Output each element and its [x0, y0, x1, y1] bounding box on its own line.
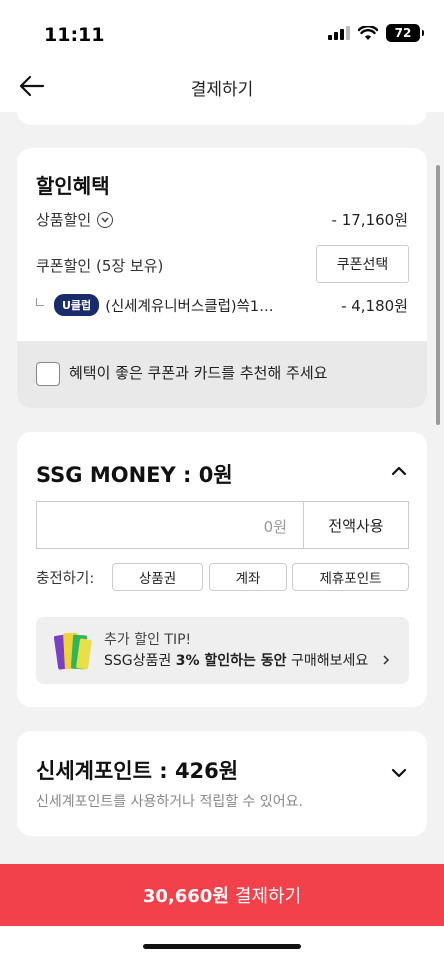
battery-icon: 72 [386, 24, 424, 42]
tip-message: SSG상품권 3% 할인하는 동안 구매해보세요 [104, 650, 368, 670]
uclub-badge: U클럽 [54, 294, 100, 316]
shinsegae-point-subtitle: 신세계포인트를 사용하거나 적립할 수 있어요. [36, 794, 303, 810]
pay-label: 결제하기 [234, 886, 302, 907]
applied-coupon: U클럽 (신세계유니버스클럽)쓱1… [36, 294, 274, 316]
product-discount-value: - 17,160원 [331, 211, 408, 229]
sub-item-corner-icon [36, 298, 44, 306]
discount-title: 할인혜택 [36, 174, 110, 198]
chevron-down-icon[interactable] [390, 764, 408, 782]
tip-title: 추가 할인 TIP! [104, 632, 192, 648]
ssg-money-input[interactable]: 0원 [36, 501, 303, 549]
coupon-value: - 4,180원 [341, 297, 408, 315]
chevron-down-circle-icon[interactable] [97, 211, 114, 228]
status-icons: 72 [328, 24, 424, 42]
tip-prefix: SSG상품권 [104, 653, 176, 669]
previous-section-card [17, 100, 427, 125]
home-indicator [143, 944, 301, 949]
charge-partner-point-button[interactable]: 제휴포인트 [292, 563, 409, 591]
shinsegae-point-card[interactable]: 신세계포인트 : 426원 신세계포인트를 사용하거나 적립할 수 있어요. [17, 731, 427, 836]
use-all-button[interactable]: 전액사용 [303, 501, 409, 549]
signal-icon [328, 26, 350, 40]
discount-tip-banner[interactable]: 추가 할인 TIP! SSG상품권 3% 할인하는 동안 구매해보세요 [36, 617, 409, 684]
ssg-money-title: SSG MONEY : 0원 [36, 463, 233, 487]
ssg-money-card: SSG MONEY : 0원 0원 전액사용 충전하기: 상품권 계좌 제휴포인… [17, 432, 427, 707]
coupon-discount-label: 쿠폰할인 (5장 보유) [36, 257, 164, 275]
recommend-text: 혜택이 좋은 쿠폰과 카드를 추천해 주세요 [69, 364, 328, 382]
recommend-checkbox[interactable] [36, 362, 60, 386]
gift-card-icon [54, 632, 92, 670]
scrollbar[interactable] [436, 165, 440, 425]
charge-giftcard-button[interactable]: 상품권 [112, 563, 203, 591]
home-indicator-area [0, 926, 444, 961]
discount-card: 할인혜택 상품할인 - 17,160원 쿠폰할인 (5장 보유) 쿠폰선택 U클… [17, 148, 427, 408]
chevron-up-icon[interactable] [390, 462, 408, 480]
status-bar: 11:11 72 [0, 0, 444, 60]
chevron-right-icon [383, 655, 390, 665]
status-time: 11:11 [44, 24, 105, 46]
pay-amount: 30,660원 [142, 886, 229, 907]
tip-highlight: 3% 할인하는 동안 [175, 653, 287, 669]
wifi-icon [358, 25, 378, 40]
coupon-name: (신세계유니버스클럽)쓱1… [105, 298, 274, 315]
shinsegae-point-title: 신세계포인트 : 426원 [36, 759, 239, 783]
charge-account-button[interactable]: 계좌 [209, 563, 287, 591]
product-discount-label: 상품할인 [36, 211, 92, 229]
charge-label: 충전하기: [36, 571, 95, 587]
coupon-select-button[interactable]: 쿠폰선택 [316, 245, 409, 283]
page-title: 결제하기 [190, 80, 254, 100]
product-discount-row[interactable]: 상품할인 [36, 209, 114, 230]
recommend-box[interactable]: 혜택이 좋은 쿠폰과 카드를 추천해 주세요 [17, 341, 427, 408]
pay-button[interactable]: 30,660원 결제하기 [0, 864, 444, 926]
tip-suffix: 구매해보세요 [286, 653, 369, 669]
battery-level: 72 [394, 26, 412, 40]
